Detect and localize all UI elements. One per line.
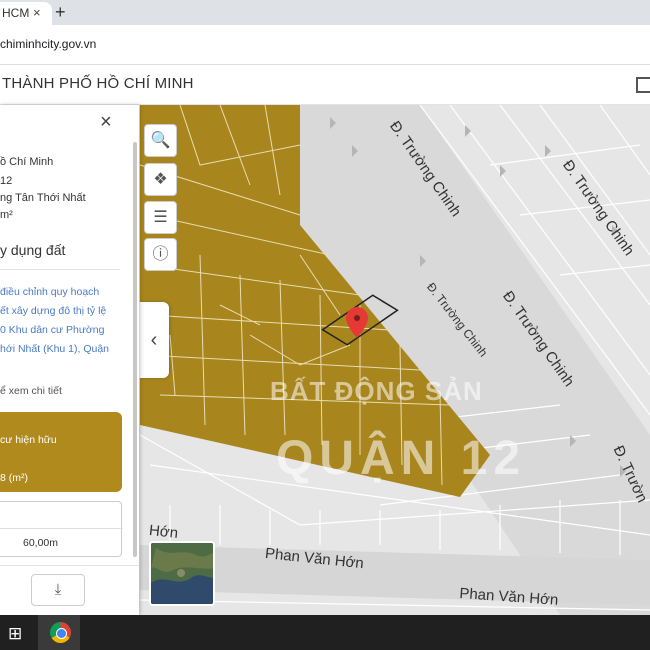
tab-title: HCM (2, 6, 30, 20)
download-icon: ⤓ (54, 581, 62, 598)
section-divider (0, 269, 120, 270)
land-use-label: cư hiện hữu (0, 434, 57, 446)
close-panel-icon[interactable]: × (100, 111, 112, 134)
panel-scrollbar[interactable] (133, 142, 137, 557)
land-use-section-title: y dụng đất (0, 242, 66, 258)
info-line-ward: ng Tân Thới Nhất (0, 192, 86, 204)
chrome-icon[interactable] (50, 622, 71, 643)
satellite-thumbnail (151, 543, 213, 604)
address-bar[interactable]: chiminhcity.gov.vn (0, 25, 650, 65)
panel-toggle-icon[interactable] (636, 77, 650, 93)
search-icon: 🔍 (150, 132, 171, 149)
layers-icon: ❖ (153, 171, 168, 188)
search-tool-button[interactable]: 🔍 (144, 124, 177, 157)
start-icon[interactable]: ⊞ (8, 624, 22, 644)
dimension-value: 60,00m (23, 537, 59, 549)
browser-tab[interactable]: HCM × (0, 2, 52, 25)
legend-tool-button[interactable]: ☰ (144, 201, 177, 234)
info-line-city: ồ Chí Minh (0, 156, 54, 168)
basemap-switcher-thumbnail[interactable] (149, 541, 215, 606)
watermark-line2: QUẬN 12 (276, 432, 527, 485)
info-line-district: 12 (0, 175, 13, 187)
planning-note-link[interactable]: điều chỉnh quy hoạch ết xây dựng đô thị … (0, 283, 116, 359)
watermark-line1: BẤT ĐỘNG SẢN (270, 376, 483, 406)
view-detail-link[interactable]: ể xem chi tiết (0, 385, 62, 397)
road-label-phan-van-hon-3: Hớn (148, 522, 179, 542)
tab-close-icon[interactable]: × (33, 5, 41, 20)
app-title: THÀNH PHỐ HỒ CHÍ MINH (2, 75, 194, 92)
chevron-left-icon: ‹ (150, 329, 158, 351)
legend-list-icon: ☰ (153, 209, 168, 226)
info-line-area: m² (0, 209, 13, 221)
land-use-card[interactable]: cư hiện hữu 8 (m²) (0, 412, 122, 492)
dimension-divider (0, 528, 123, 529)
app-header: THÀNH PHỐ HỒ CHÍ MINH (0, 65, 650, 105)
download-button[interactable]: ⤓ (31, 574, 85, 606)
info-icon: ⓘ (152, 246, 169, 263)
layers-tool-button[interactable]: ❖ (144, 163, 177, 196)
browser-tab-strip: HCM × + (0, 0, 650, 25)
dimension-card: 60,00m (0, 501, 123, 557)
url-text[interactable]: chiminhcity.gov.vn (0, 37, 96, 51)
panel-footer: ⤓ (0, 565, 139, 615)
collapse-panel-button[interactable]: ‹ (139, 302, 169, 378)
os-taskbar: ⊞ (0, 615, 650, 650)
land-use-area: 8 (m²) (0, 472, 28, 484)
info-tool-button[interactable]: ⓘ (144, 238, 177, 271)
parcel-info-panel: × ồ Chí Minh 12 ng Tân Thới Nhất m² y dụ… (0, 105, 139, 615)
new-tab-icon[interactable]: + (55, 2, 66, 23)
